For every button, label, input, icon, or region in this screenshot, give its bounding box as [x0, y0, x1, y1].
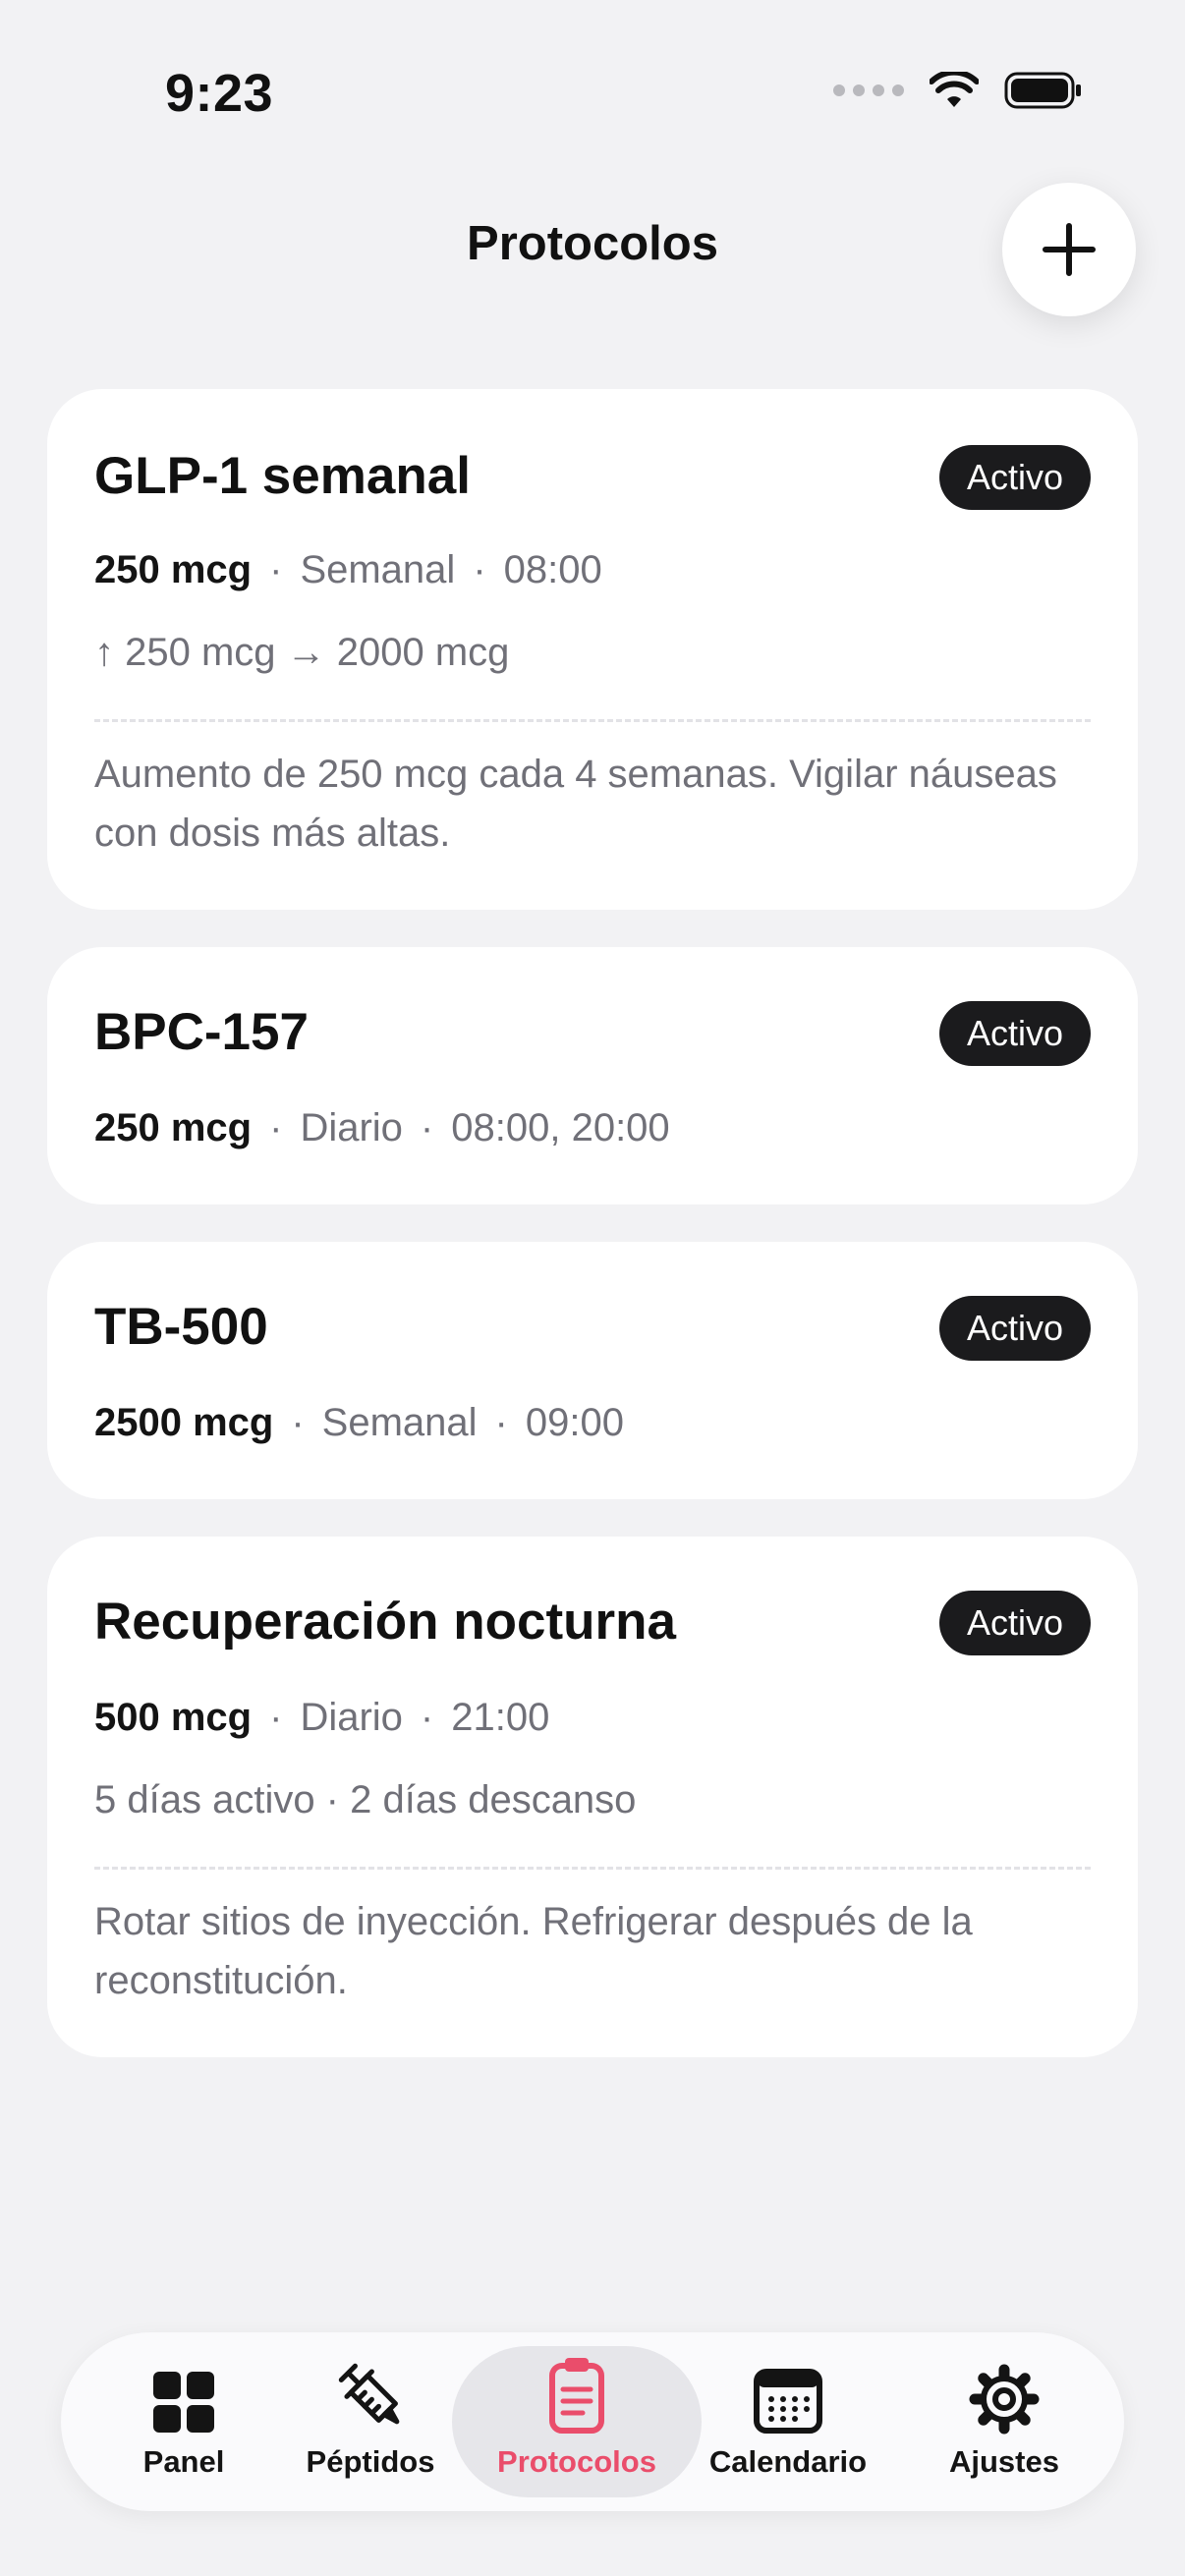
clipboard-icon	[549, 2358, 604, 2434]
battery-icon	[1004, 72, 1081, 109]
protocol-frequency: Semanal	[300, 548, 456, 591]
status-badge: Activo	[938, 445, 1091, 510]
protocol-card[interactable]: TB-500 Activo 2500 mcg · Semanal · 09:00	[47, 1242, 1138, 1499]
protocol-schedule: 250 mcg · Diario · 08:00, 20:00	[94, 1106, 670, 1149]
protocol-dose: 500 mcg	[94, 1696, 253, 1739]
titration-range: ↑ 250 mcg → 2000 mcg	[94, 631, 510, 674]
wifi-icon	[930, 72, 979, 107]
tab-bar: Panel Péptidos Protocolos Calendario Aju…	[61, 2332, 1124, 2511]
gear-icon	[969, 2364, 1040, 2435]
protocol-schedule: 500 mcg · Diario · 21:00	[94, 1696, 550, 1739]
divider	[94, 719, 1091, 722]
tab-label: Calendario	[708, 2444, 868, 2479]
protocol-times: 21:00	[451, 1696, 550, 1739]
plus-icon	[1043, 223, 1096, 276]
protocol-name: GLP-1 semanal	[94, 447, 471, 505]
protocol-dose: 2500 mcg	[94, 1401, 274, 1444]
status-time: 9:23	[165, 64, 274, 123]
status-bar: 9:23	[0, 0, 1185, 187]
tab-panel[interactable]: Panel	[120, 2332, 248, 2511]
cellular-signal-icon	[833, 84, 904, 96]
tab-calendar[interactable]: Calendario	[700, 2332, 876, 2511]
tab-label: Protocolos	[497, 2444, 656, 2479]
protocol-dose: 250 mcg	[94, 548, 253, 591]
protocol-frequency: Diario	[300, 1696, 403, 1739]
tab-label: Panel	[142, 2444, 225, 2479]
tab-label: Ajustes	[949, 2444, 1059, 2479]
protocol-dose: 250 mcg	[94, 1106, 253, 1149]
protocol-schedule: 250 mcg · Semanal · 08:00	[94, 548, 602, 591]
protocol-notes: Rotar sitios de inyección. Refrigerar de…	[94, 1900, 973, 2002]
add-protocol-button[interactable]	[1002, 183, 1136, 316]
protocol-times: 08:00, 20:00	[451, 1106, 670, 1149]
divider	[94, 1867, 1091, 1870]
calendar-icon	[754, 2369, 822, 2434]
protocol-schedule: 2500 mcg · Semanal · 09:00	[94, 1401, 624, 1444]
protocol-frequency: Semanal	[321, 1401, 478, 1444]
status-badge: Activo	[938, 1296, 1091, 1361]
status-badge: Activo	[938, 1591, 1091, 1655]
protocol-name: TB-500	[94, 1298, 268, 1356]
protocol-frequency: Diario	[300, 1106, 403, 1149]
protocol-times: 08:00	[503, 548, 602, 591]
tab-label: Péptidos	[306, 2444, 435, 2479]
status-badge: Activo	[938, 1001, 1091, 1066]
protocol-card[interactable]: Recuperación nocturna Activo 500 mcg · Dia…	[47, 1537, 1138, 2057]
protocol-times: 09:00	[525, 1401, 624, 1444]
protocol-name: BPC-157	[94, 1003, 309, 1061]
tab-peptides[interactable]: Péptidos	[297, 2332, 444, 2511]
status-icons	[833, 71, 1083, 110]
tab-protocols[interactable]: Protocolos	[474, 2332, 680, 2511]
syringe-icon	[338, 2363, 400, 2425]
cycle-pattern: 5 días activo · 2 días descanso	[94, 1778, 637, 1821]
protocol-card[interactable]: GLP-1 semanal Activo 250 mcg · Semanal · 08:…	[47, 389, 1138, 910]
grid-icon	[153, 2372, 214, 2433]
protocol-card[interactable]: BPC-157 Activo 250 mcg · Diario · 08:00, 20:…	[47, 947, 1138, 1204]
tab-settings[interactable]: Ajustes	[935, 2332, 1073, 2511]
protocol-name: Recuperación nocturna	[94, 1593, 676, 1651]
protocol-notes: Aumento de 250 mcg cada 4 semanas. Vigil…	[94, 753, 1057, 855]
